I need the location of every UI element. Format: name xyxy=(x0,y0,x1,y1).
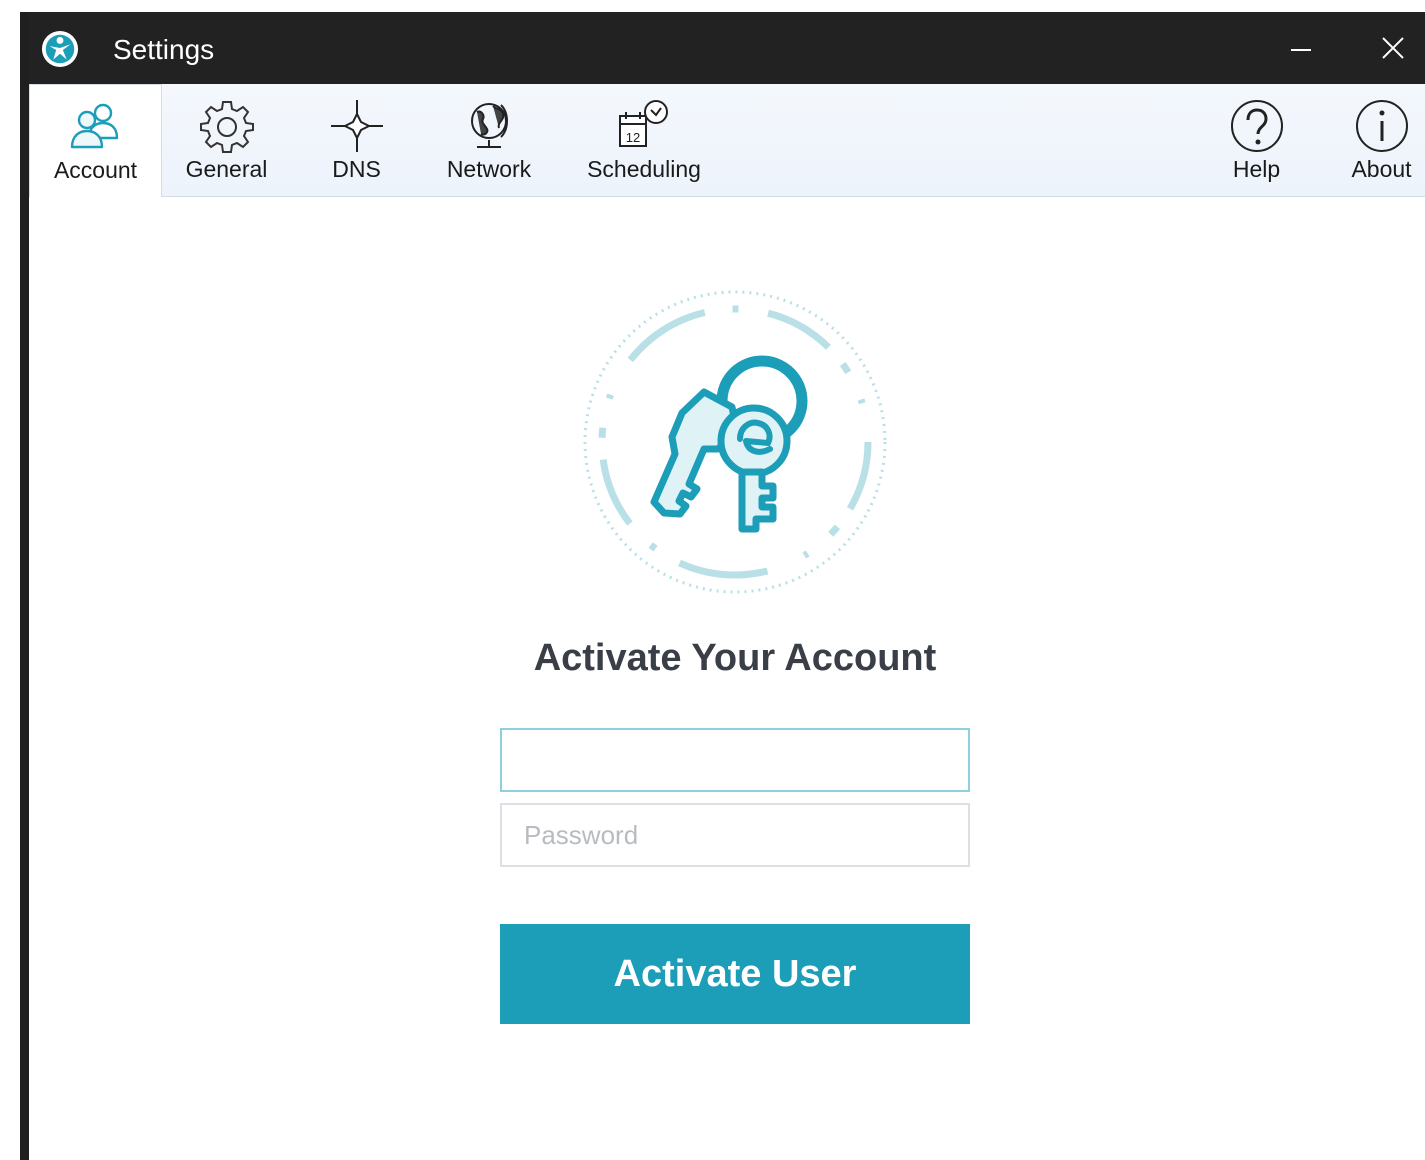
help-label: Help xyxy=(1232,156,1281,182)
activate-heading: Activate Your Account xyxy=(533,637,937,679)
tab-dns[interactable]: DNS xyxy=(309,84,404,196)
tab-account-label: Account xyxy=(53,157,138,183)
about-label: About xyxy=(1351,156,1412,182)
close-icon xyxy=(1382,37,1404,59)
question-circle-icon xyxy=(1230,100,1283,152)
minimize-button[interactable] xyxy=(1279,26,1323,70)
email-input[interactable] xyxy=(500,728,970,792)
info-circle-icon xyxy=(1355,100,1408,152)
tab-scheduling-label: Scheduling xyxy=(587,156,701,182)
app-logo-icon xyxy=(41,30,79,68)
keys-illustration-icon xyxy=(583,290,887,594)
close-button[interactable] xyxy=(1371,26,1415,70)
tab-dns-label: DNS xyxy=(332,156,381,182)
tab-scheduling[interactable]: 12 Scheduling xyxy=(574,84,714,196)
gear-icon xyxy=(199,101,254,153)
desktop: Settings Account General DNS Network 12 … xyxy=(0,0,1425,1160)
tab-general-label: General xyxy=(185,156,268,182)
settings-window: Settings Account General DNS Network 12 … xyxy=(20,12,1425,1160)
calendar-clock-icon: 12 xyxy=(619,100,668,147)
globe-icon xyxy=(471,103,508,148)
tab-account[interactable]: Account xyxy=(29,84,162,198)
password-input[interactable] xyxy=(500,803,970,867)
tab-network-label: Network xyxy=(446,156,532,182)
window-title: Settings xyxy=(113,34,215,65)
help-button[interactable]: Help xyxy=(1209,84,1304,196)
users-icon xyxy=(70,103,118,149)
account-panel: Activate Your Account Activate User xyxy=(29,197,1425,1160)
activate-user-button[interactable]: Activate User xyxy=(500,924,970,1024)
minimize-icon xyxy=(1291,49,1311,51)
svg-text:12: 12 xyxy=(626,130,640,145)
tab-network[interactable]: Network xyxy=(434,84,544,196)
crosshair-icon xyxy=(330,100,383,152)
title-bar[interactable]: Settings xyxy=(29,12,1425,84)
about-button[interactable]: About xyxy=(1329,84,1425,196)
settings-toolbar: Account General DNS Network 12 Schedulin… xyxy=(29,84,1425,198)
tab-general[interactable]: General xyxy=(169,84,284,196)
